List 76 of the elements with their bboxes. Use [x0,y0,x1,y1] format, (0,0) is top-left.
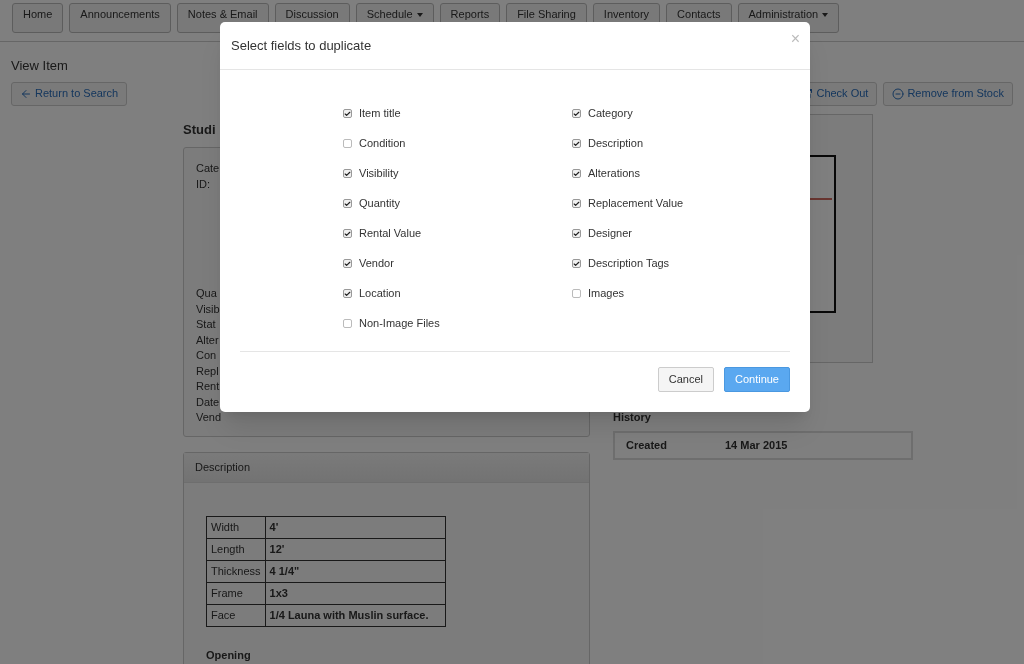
field-checkbox[interactable]: Non-Image Files [343,315,572,332]
field-checkbox[interactable]: Vendor [343,255,572,272]
checkbox[interactable] [572,169,581,178]
checkbox[interactable] [343,229,352,238]
checkbox[interactable] [343,139,352,148]
field-label: Cate [196,161,220,176]
field-checkbox[interactable]: Item title [343,105,572,122]
checkbox[interactable] [343,259,352,268]
page-title: View Item [11,57,69,75]
check-icon [573,259,580,268]
checkbox[interactable] [343,319,352,328]
table-cell: Width [206,516,266,539]
check-icon [344,229,351,238]
field-label: Con [196,348,217,363]
field-checkbox[interactable]: Category [572,105,801,122]
table-cell: Length [206,538,266,561]
check-icon [344,199,351,208]
check-icon [344,169,351,178]
table-cell: Frame [206,582,266,605]
field-checkbox[interactable]: Condition [343,135,572,152]
field-checkbox[interactable]: Images [572,285,801,302]
panel-title: Description [195,460,251,476]
check-icon [344,109,351,118]
checkbox[interactable] [572,289,581,298]
field-checkbox[interactable]: Description Tags [572,255,801,272]
table-cell: Thickness [206,560,266,583]
section-heading: Opening [206,648,252,663]
check-icon [344,259,351,268]
history-event: Created [626,438,668,454]
field-checkbox[interactable]: Designer [572,225,801,242]
check-icon [344,289,351,298]
field-checkbox[interactable]: Quantity [343,195,572,212]
table-cell: 4' [265,516,446,539]
field-label: Rent [196,379,220,394]
table-cell: 1x3 [265,582,446,605]
table-cell: 12' [265,538,446,561]
nav-tab[interactable]: Home [12,3,64,33]
checkbox[interactable] [343,169,352,178]
field-label: Date [196,394,220,410]
field-label: Visib [196,301,220,317]
field-checkbox[interactable]: Rental Value [343,225,572,242]
field-label: Vend [196,410,222,425]
check-icon [573,229,580,238]
field-label: Alter [196,332,219,348]
checkbox[interactable] [572,109,581,118]
remove-icon [892,87,905,100]
field-checkbox[interactable]: Visibility [343,165,572,182]
field-label: ID: [196,176,211,192]
table-cell: 4 1/4" [265,560,446,583]
dialog-button[interactable]: Cancel [657,367,714,392]
check-icon [573,169,580,178]
checkbox[interactable] [572,139,581,148]
checkbox[interactable] [572,229,581,238]
check-icon [573,199,580,208]
checkbox[interactable] [572,259,581,268]
table-cell: Face [206,604,266,627]
back-arrow-icon [20,87,32,100]
field-checkbox[interactable]: Location [343,285,572,302]
checkbox[interactable] [343,199,352,208]
nav-tab[interactable]: Announcements [69,3,171,33]
field-label: Qua [196,286,217,301]
field-checkbox[interactable]: Replacement Value [572,195,801,212]
field-checkbox[interactable]: Description [572,135,801,152]
field-label: Stat [196,317,216,332]
checkbox[interactable] [343,289,352,298]
checkbox[interactable] [343,109,352,118]
field-checkbox[interactable]: Alterations [572,165,801,182]
history-date: 14 Mar 2015 [725,438,788,454]
history-title: History [613,409,652,425]
item-heading: Studi [183,120,217,139]
field-label: Repl [196,363,219,379]
checkbox[interactable] [572,199,581,208]
modal-title: Select fields to duplicate [231,36,372,55]
table-cell: 1/4 Launa with Muslin surface. [265,604,446,627]
check-icon [573,109,580,118]
check-icon [573,139,580,148]
